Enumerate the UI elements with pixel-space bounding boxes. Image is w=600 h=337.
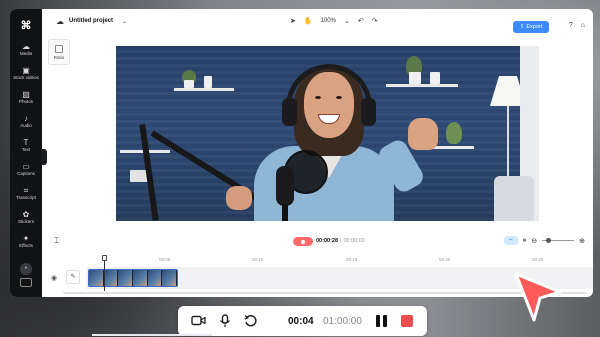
ruler-tick: 00:10 bbox=[252, 257, 264, 262]
zoom-out-icon[interactable]: ⊖ bbox=[531, 237, 537, 245]
project-title[interactable]: Untitled project bbox=[69, 18, 113, 24]
account-icon[interactable]: ⌂ bbox=[581, 22, 585, 29]
video-preview[interactable] bbox=[116, 46, 539, 221]
restart-icon[interactable] bbox=[244, 314, 257, 330]
editor-window: ⌘ ☁ Media ▣ Stock videos ▨ Photos ♪ Audi… bbox=[10, 9, 593, 297]
cursor-pointer-icon bbox=[514, 272, 562, 322]
sidebar-item-photos[interactable]: ▨ Photos bbox=[10, 85, 42, 109]
top-right-controls: ? ⌂ bbox=[569, 22, 585, 29]
recording-control-bar: 00:04 01:00:00 bbox=[178, 306, 427, 336]
record-button[interactable] bbox=[293, 237, 313, 246]
undo-icon[interactable]: ↶ bbox=[358, 17, 364, 25]
help-icon[interactable]: ? bbox=[569, 22, 573, 29]
time-limit: 01:00:00 bbox=[323, 316, 362, 327]
photos-icon: ▨ bbox=[22, 89, 30, 99]
record-dot-icon bbox=[301, 239, 305, 244]
sidebar-item-captions[interactable]: ▭ Captions bbox=[10, 157, 42, 181]
timeline-scrollbar[interactable] bbox=[63, 292, 587, 294]
track-visibility-icon[interactable]: ◉ bbox=[51, 274, 57, 282]
split-icon[interactable]: ⌶ bbox=[54, 236, 59, 246]
timeline-right-controls: ⇔ ⏸ ⊖ ⊕ bbox=[503, 236, 585, 245]
sidebar-item-effects[interactable]: ✦ Effects bbox=[10, 229, 42, 253]
stop-button[interactable] bbox=[401, 315, 413, 327]
pause-icon bbox=[376, 315, 380, 327]
sidebar-item-transcript[interactable]: ⌗ Transcript bbox=[10, 181, 42, 205]
sidebar-item-stickers[interactable]: ✿ Stickers bbox=[10, 205, 42, 229]
sidebar-collapse-handle[interactable] bbox=[41, 149, 47, 165]
timeline-zoom-slider[interactable] bbox=[542, 238, 575, 243]
camera-icon[interactable] bbox=[191, 314, 206, 330]
app-logo: ⌘ bbox=[20, 20, 32, 32]
canvas-controls: ➤ ✋ 100% ⌄ ↶ ↷ bbox=[290, 17, 378, 25]
redo-icon[interactable]: ↷ bbox=[372, 17, 378, 25]
effects-icon: ✦ bbox=[22, 233, 30, 243]
track-edit-icon[interactable]: ✎ bbox=[66, 270, 80, 284]
zoom-slider-knob[interactable] bbox=[546, 238, 552, 243]
chevron-down-icon[interactable]: ⌄ bbox=[122, 18, 127, 25]
pause-button[interactable] bbox=[376, 315, 387, 327]
playhead[interactable] bbox=[104, 261, 105, 291]
keyboard-icon[interactable] bbox=[20, 278, 32, 287]
sidebar-item-media[interactable]: ☁ Media bbox=[10, 37, 42, 61]
ruler-tick: 00:15 bbox=[346, 257, 358, 262]
ruler-tick: 00:05 bbox=[159, 257, 171, 262]
video-clip[interactable] bbox=[88, 269, 178, 287]
ruler-tick: 00:20 bbox=[439, 257, 451, 262]
select-pointer-icon[interactable]: ➤ bbox=[290, 17, 296, 25]
audio-icon: ♪ bbox=[24, 113, 28, 123]
export-icon: ⇪ bbox=[519, 24, 525, 30]
zoom-level[interactable]: 100% bbox=[321, 18, 336, 24]
cloud-icon: ☁ bbox=[56, 17, 64, 26]
transcript-icon: ⌗ bbox=[23, 185, 29, 195]
audio-wave-icon[interactable]: ⏸ bbox=[523, 237, 527, 245]
hand-icon[interactable]: ✋ bbox=[304, 17, 313, 25]
text-icon: T bbox=[23, 137, 29, 147]
top-bar: ☁ Untitled project ⌄ ➤ ✋ 100% ⌄ ↶ ↷ ⇪ Ex… bbox=[42, 9, 593, 35]
zoom-chevron-icon[interactable]: ⌄ bbox=[344, 17, 350, 25]
sidebar-item-audio[interactable]: ♪ Audio bbox=[10, 109, 42, 133]
captions-icon: ▭ bbox=[22, 161, 30, 171]
microphone-icon[interactable] bbox=[219, 314, 231, 331]
stickers-icon: ✿ bbox=[22, 209, 30, 219]
ratio-icon bbox=[55, 44, 63, 53]
sidebar-item-text[interactable]: T Text bbox=[10, 133, 42, 157]
recording-bar-shadow bbox=[92, 334, 212, 336]
elapsed-time: 00:04 bbox=[288, 316, 314, 327]
sidebar: ⌘ ☁ Media ▣ Stock videos ▨ Photos ♪ Audi… bbox=[10, 9, 42, 297]
snap-toggle[interactable]: ⇔ bbox=[503, 236, 518, 245]
stock-videos-icon: ▣ bbox=[22, 65, 30, 75]
timeline-ruler[interactable]: 00:05 00:10 00:15 00:20 00:25 bbox=[42, 253, 593, 263]
sidebar-item-stock-videos[interactable]: ▣ Stock videos bbox=[10, 61, 42, 85]
zoom-in-icon[interactable]: ⊕ bbox=[579, 237, 585, 245]
timeline-toolbar: ⌶ 00:00:28 | 00:00:00 ⇔ ⏸ ⊖ ⊕ bbox=[42, 234, 593, 248]
ruler-tick: 00:25 bbox=[532, 257, 544, 262]
export-button[interactable]: ⇪ Export bbox=[513, 21, 549, 33]
shelf bbox=[174, 88, 234, 91]
timecode: 00:00:28 | 00:00:00 bbox=[316, 238, 365, 244]
ratio-button[interactable]: Ratio bbox=[48, 39, 70, 65]
more-icon[interactable]: • bbox=[20, 263, 32, 275]
media-icon: ☁ bbox=[22, 41, 30, 51]
microphone bbox=[276, 166, 294, 206]
